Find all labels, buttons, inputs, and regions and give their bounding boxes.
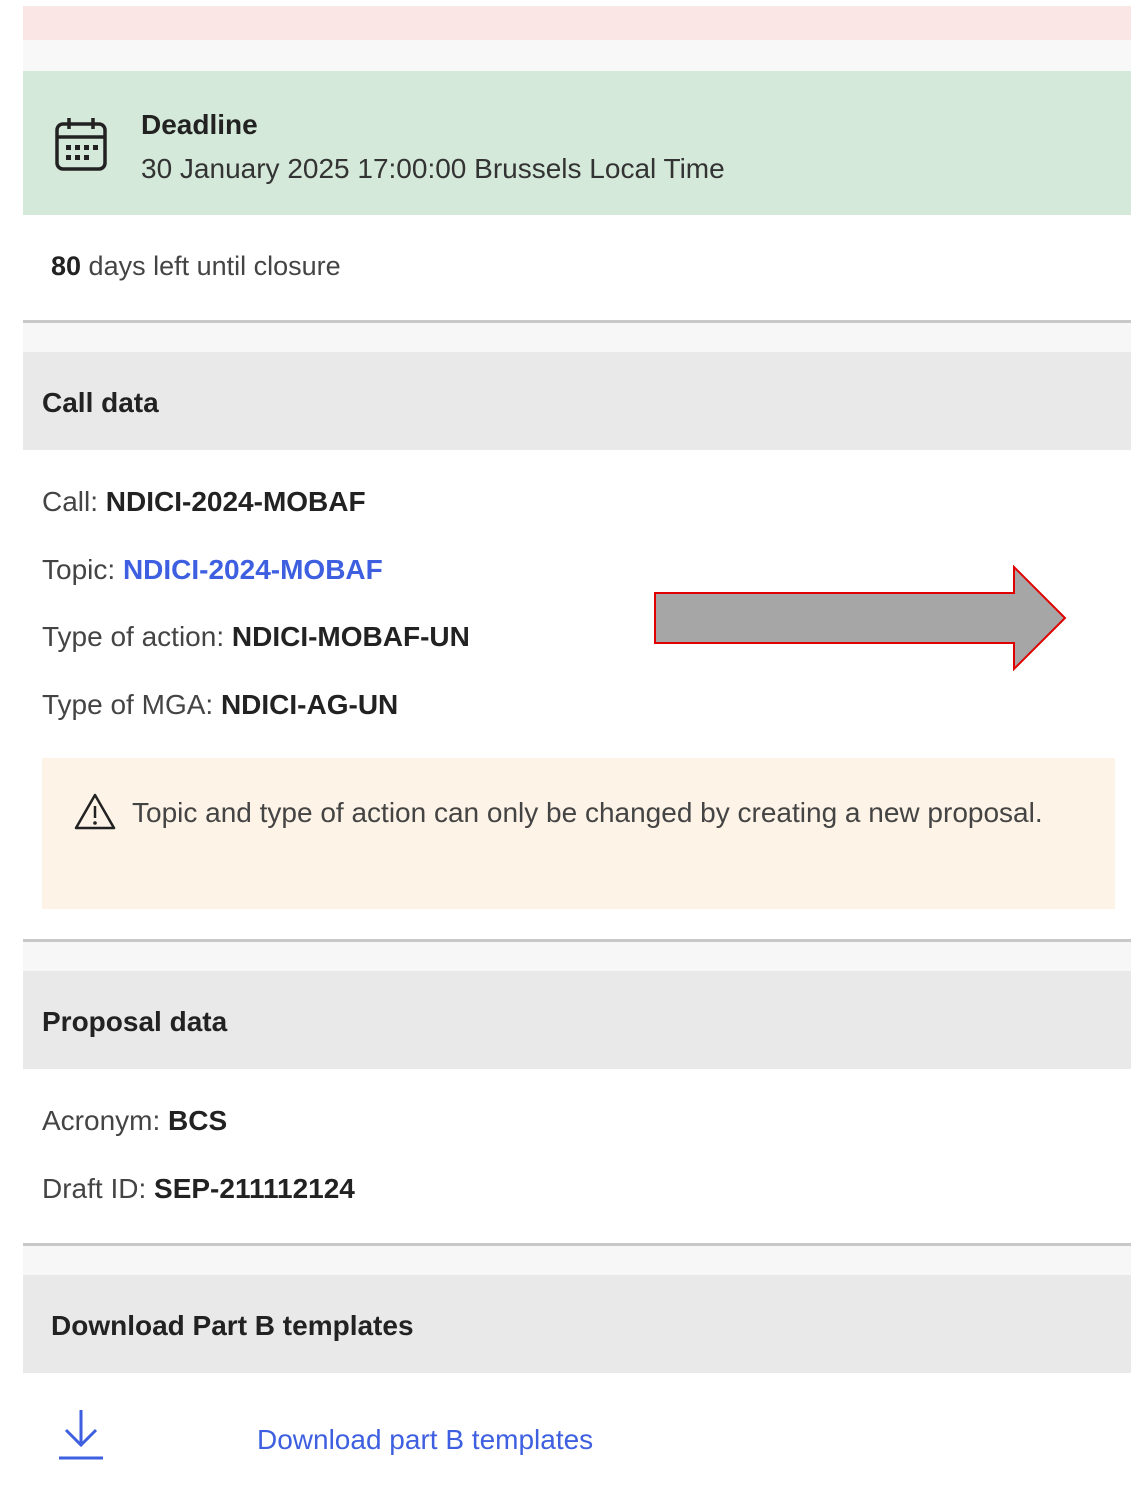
call-label: Call:	[42, 486, 106, 517]
call-data-header: Call data	[23, 352, 1131, 450]
spacer	[23, 1246, 1131, 1275]
draft-id-label: Draft ID:	[42, 1173, 155, 1204]
days-left-suffix: days left until closure	[81, 251, 341, 281]
mga-row: Type of MGA: NDICI-AG-UN	[42, 689, 398, 721]
proposal-data-header: Proposal data	[23, 971, 1131, 1069]
mga-value: NDICI-AG-UN	[220, 689, 399, 720]
warning-icon	[74, 793, 116, 830]
download-templates-link[interactable]: Download part B templates	[257, 1424, 593, 1456]
templates-header: Download Part B templates	[23, 1275, 1131, 1373]
action-label: Type of action:	[42, 621, 232, 652]
draft-id-value: SEP-211112124	[154, 1173, 355, 1204]
warning-message: Topic and type of action can only be cha…	[132, 797, 1043, 828]
calendar-icon	[55, 118, 107, 171]
deadline-panel: Deadline 30 January 2025 17:00:00 Brusse…	[23, 71, 1131, 215]
spacer	[23, 323, 1131, 352]
call-value: NDICI-2024-MOBAF	[105, 486, 366, 517]
topic-link[interactable]: NDICI-2024-MOBAF	[123, 554, 383, 585]
action-row: Type of action: NDICI-MOBAF-UN	[42, 621, 470, 653]
templates-heading: Download Part B templates	[51, 1310, 414, 1341]
call-row: Call: NDICI-2024-MOBAF	[42, 486, 366, 518]
acronym-value: BCS	[168, 1105, 228, 1136]
acronym-row: Acronym: BCS	[42, 1105, 227, 1137]
deadline-title: Deadline	[141, 109, 258, 140]
mga-label: Type of MGA:	[42, 689, 221, 720]
deadline-date: 30 January 2025 17:00:00 Brussels Local …	[141, 153, 725, 184]
draft-id-row: Draft ID: SEP-211112124	[42, 1173, 355, 1205]
top-alert-banner	[23, 6, 1131, 40]
topic-row: Topic: NDICI-2024-MOBAF	[42, 554, 383, 586]
download-icon[interactable]	[57, 1406, 105, 1462]
download-templates-row[interactable]: Download part B templates	[23, 1400, 1131, 1480]
annotation-arrow-icon	[654, 565, 1067, 671]
days-left-text: 80 days left until closure	[51, 251, 341, 282]
proposal-data-heading: Proposal data	[42, 1006, 228, 1037]
days-left-count: 80	[51, 251, 82, 281]
topic-label: Topic:	[42, 554, 123, 585]
action-value: NDICI-MOBAF-UN	[231, 621, 470, 652]
acronym-label: Acronym:	[42, 1105, 169, 1136]
warning-box: Topic and type of action can only be cha…	[42, 758, 1115, 909]
spacer	[23, 942, 1131, 971]
spacer	[23, 40, 1131, 71]
call-data-heading: Call data	[42, 387, 159, 418]
